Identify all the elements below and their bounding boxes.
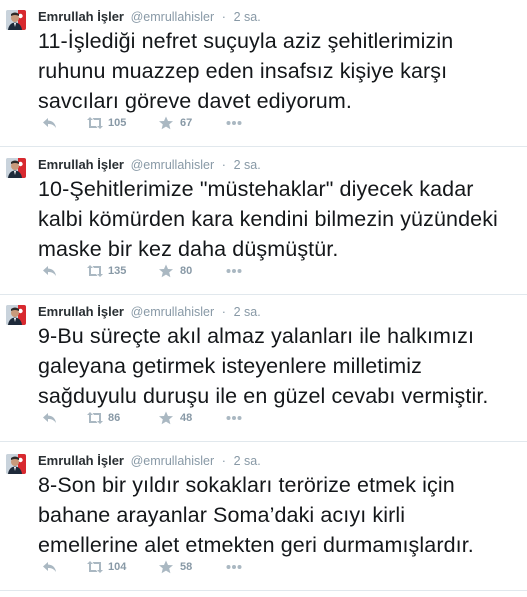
more-icon [226, 264, 242, 278]
retweet-button[interactable]: 104 [86, 558, 126, 576]
timestamp[interactable]: 2 sa. [234, 158, 261, 172]
favorite-count: 58 [180, 561, 193, 573]
author-handle[interactable]: @emrullahisler [131, 10, 215, 24]
author-name[interactable]: Emrullah İşler [38, 304, 124, 319]
favorite-count: 48 [180, 412, 193, 424]
tweet-header: Emrullah İşler @emrullahisler · 2 sa. [38, 452, 261, 470]
reply-button[interactable] [42, 262, 58, 280]
more-button[interactable] [226, 262, 242, 280]
retweet-button[interactable]: 135 [86, 262, 126, 280]
tweet-header: Emrullah İşler @emrullahisler · 2 sa. [38, 8, 261, 26]
more-button[interactable] [226, 558, 242, 576]
reply-button[interactable] [42, 409, 58, 427]
favorite-count: 80 [180, 265, 193, 277]
retweet-icon [86, 116, 103, 130]
tweet[interactable]: Emrullah İşler @emrullahisler · 2 sa. 8-… [0, 444, 527, 591]
more-button[interactable] [226, 409, 242, 427]
tweet[interactable]: Emrullah İşler @emrullahisler · 2 sa. 11… [0, 0, 527, 147]
tweet-actions: 86 48 [38, 409, 298, 427]
avatar[interactable] [6, 158, 26, 178]
reply-icon [42, 411, 58, 425]
tweet-feed: Emrullah İşler @emrullahisler · 2 sa. 11… [0, 0, 527, 597]
author-handle[interactable]: @emrullahisler [131, 158, 215, 172]
tweet-header: Emrullah İşler @emrullahisler · 2 sa. [38, 303, 261, 321]
avatar[interactable] [6, 10, 26, 30]
star-icon [158, 411, 174, 425]
tweet-actions: 104 58 [38, 558, 298, 576]
timestamp[interactable]: 2 sa. [234, 305, 261, 319]
tweet-text: 9-Bu süreçte akıl almaz yalanları ile ha… [38, 324, 489, 408]
separator-dot: · [221, 454, 226, 468]
more-icon [226, 560, 242, 574]
avatar[interactable] [6, 454, 26, 474]
tweet-actions: 135 80 [38, 262, 298, 280]
retweet-icon [86, 411, 103, 425]
tweet-text: 10-Şehitlerimize "müstehaklar" diyecek k… [38, 177, 498, 261]
author-name[interactable]: Emrullah İşler [38, 9, 124, 24]
tweet-actions: 105 67 [38, 114, 298, 132]
tweet-text: 8-Son bir yıldır sokakları terörize etme… [38, 473, 474, 557]
timestamp[interactable]: 2 sa. [234, 10, 261, 24]
retweet-button[interactable]: 86 [86, 409, 120, 427]
author-name[interactable]: Emrullah İşler [38, 453, 124, 468]
more-icon [226, 411, 242, 425]
retweet-count: 86 [108, 412, 121, 424]
star-icon [158, 560, 174, 574]
tweet[interactable]: Emrullah İşler @emrullahisler · 2 sa. 9-… [0, 295, 527, 442]
retweet-count: 105 [108, 117, 127, 129]
retweet-count: 104 [108, 561, 127, 573]
retweet-icon [86, 264, 103, 278]
author-name[interactable]: Emrullah İşler [38, 157, 124, 172]
star-icon [158, 116, 174, 130]
favorite-button[interactable]: 80 [158, 262, 192, 280]
reply-icon [42, 264, 58, 278]
retweet-button[interactable]: 105 [86, 114, 126, 132]
author-handle[interactable]: @emrullahisler [131, 454, 215, 468]
retweet-icon [86, 560, 103, 574]
favorite-button[interactable]: 67 [158, 114, 192, 132]
retweet-count: 135 [108, 265, 127, 277]
separator-dot: · [221, 305, 226, 319]
reply-icon [42, 560, 58, 574]
timestamp[interactable]: 2 sa. [234, 454, 261, 468]
favorite-count: 67 [180, 117, 193, 129]
separator-dot: · [221, 158, 226, 172]
favorite-button[interactable]: 48 [158, 409, 192, 427]
tweet[interactable]: Emrullah İşler @emrullahisler · 2 sa. 10… [0, 148, 527, 295]
reply-icon [42, 116, 58, 130]
separator-dot: · [221, 10, 226, 24]
tweet-header: Emrullah İşler @emrullahisler · 2 sa. [38, 156, 261, 174]
author-handle[interactable]: @emrullahisler [131, 305, 215, 319]
favorite-button[interactable]: 58 [158, 558, 192, 576]
star-icon [158, 264, 174, 278]
reply-button[interactable] [42, 558, 58, 576]
more-button[interactable] [226, 114, 242, 132]
reply-button[interactable] [42, 114, 58, 132]
more-icon [226, 116, 242, 130]
tweet-text: 11-İşlediği nefret suçuyla aziz şehitler… [38, 29, 454, 113]
avatar[interactable] [6, 305, 26, 325]
